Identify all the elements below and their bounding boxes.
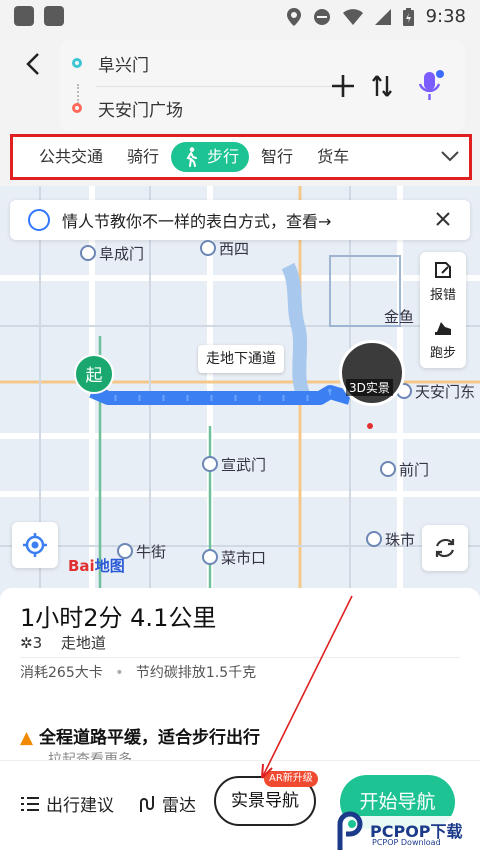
baidu-map-logo: Bai地图	[68, 557, 125, 575]
travel-advice-button[interactable]: 出行建议	[20, 791, 114, 816]
transport-mode-tabs: 公共交通 骑行 步行 智行 货车	[10, 134, 472, 180]
origin-row[interactable]: 阜兴门	[72, 48, 149, 78]
location-icon	[286, 7, 301, 26]
walk-icon	[186, 147, 198, 167]
radar-icon	[140, 795, 154, 812]
tab-public-transit[interactable]: 公共交通	[13, 142, 115, 172]
route-sub-info: ✲3 走地道	[20, 632, 106, 653]
route-notice: ▲ 全程道路平缓，适合步行出行	[20, 728, 260, 748]
origin-dot-icon	[72, 58, 82, 68]
locate-button[interactable]	[12, 522, 58, 568]
travel-advice-label: 出行建议	[46, 796, 114, 816]
battery-icon	[402, 7, 414, 26]
map-label-xuanwumen: 宣武门	[202, 454, 266, 475]
refresh-route-button[interactable]	[422, 525, 468, 571]
tab-walking-label: 步行	[207, 147, 240, 166]
metro-icon	[366, 531, 382, 547]
running-shoe-icon	[435, 322, 451, 335]
wifi-icon	[342, 8, 363, 25]
traffic-light-count: 3	[32, 634, 43, 652]
radar-button[interactable]: 雷达	[138, 791, 196, 816]
sheet-divider	[20, 657, 460, 658]
traffic-light-icon: ✲	[20, 634, 33, 652]
metro-icon	[380, 461, 396, 477]
metro-icon	[200, 240, 216, 256]
metro-icon	[202, 549, 218, 565]
map-label-tiananmen-east: 天安门东	[396, 381, 475, 402]
tab-truck[interactable]: 货车	[305, 142, 361, 172]
walking-person-icon	[28, 209, 50, 231]
watermark-subtext: PCPOP Download	[372, 838, 441, 847]
back-arrow-icon[interactable]	[20, 50, 48, 78]
route-divider	[96, 86, 346, 87]
metro-icon	[80, 245, 96, 261]
metro-icon	[202, 456, 218, 472]
meta-separator: •	[115, 665, 124, 681]
app-notification-icon	[44, 6, 64, 26]
start-pin[interactable]: 起	[74, 354, 114, 394]
origin-text: 阜兴门	[98, 55, 149, 76]
crosshair-icon	[23, 533, 47, 557]
add-waypoint-icon[interactable]	[329, 72, 357, 100]
3d-scene-label: 3D实景	[346, 379, 393, 396]
route-meta: 消耗265大卡 • 节约碳排放1.5千克	[20, 662, 256, 682]
notification-icons	[14, 6, 64, 26]
destination-dot-icon	[72, 103, 82, 113]
map-side-panel: 报错 跑步	[420, 252, 466, 368]
tab-smart[interactable]: 智行	[249, 142, 305, 172]
list-icon	[21, 796, 39, 811]
warning-icon: ▲	[20, 728, 34, 748]
underpass-info: 走地道	[60, 634, 106, 652]
radar-label: 雷达	[162, 796, 196, 816]
running-button[interactable]: 跑步	[420, 342, 466, 361]
tab-walking[interactable]: 步行	[171, 142, 250, 172]
tab-cycling[interactable]: 骑行	[115, 142, 171, 172]
map-label-zhushi: 珠市	[366, 529, 415, 550]
edit-report-icon	[435, 262, 451, 278]
underpass-tag: 走地下通道	[198, 345, 284, 373]
clock: 9:38	[425, 6, 466, 27]
destination-text: 天安门广场	[98, 100, 183, 121]
minus-circle-icon	[313, 8, 330, 25]
promo-banner[interactable]: 情人节教你不一样的表白方式，查看→	[10, 200, 470, 240]
refresh-icon	[435, 538, 455, 558]
close-icon[interactable]	[434, 210, 452, 228]
ar-upgrade-badge: AR新升级	[264, 771, 318, 787]
map-label-qianmen: 前门	[380, 459, 429, 480]
swap-icon[interactable]	[369, 72, 395, 100]
carbon-info: 节约碳排放1.5千克	[135, 665, 257, 681]
map-label-xisi: 西四	[200, 238, 249, 259]
map-label-caishikou: 菜市口	[202, 547, 266, 568]
voice-mic-icon[interactable]	[415, 70, 445, 102]
route-time-distance: 1小时2分 4.1公里	[20, 604, 217, 632]
shield-icon	[14, 6, 34, 26]
map-label-jinyu: 金鱼	[384, 308, 415, 326]
report-error-button[interactable]: 报错	[420, 284, 466, 303]
chevron-down-icon[interactable]	[439, 145, 461, 167]
status-bar: 9:38	[0, 0, 480, 34]
banner-text: 情人节教你不一样的表白方式，查看→	[62, 212, 332, 231]
signal-icon	[374, 8, 391, 25]
3d-scene-button[interactable]: 3D实景	[339, 340, 405, 406]
route-input-box: 阜兴门 天安门广场	[60, 40, 465, 132]
status-right: 9:38	[286, 6, 466, 27]
calorie-info: 消耗265大卡	[20, 665, 103, 681]
destination-row[interactable]: 天安门广场	[72, 93, 183, 123]
map-label-fuchengmen: 阜成门	[80, 243, 144, 264]
